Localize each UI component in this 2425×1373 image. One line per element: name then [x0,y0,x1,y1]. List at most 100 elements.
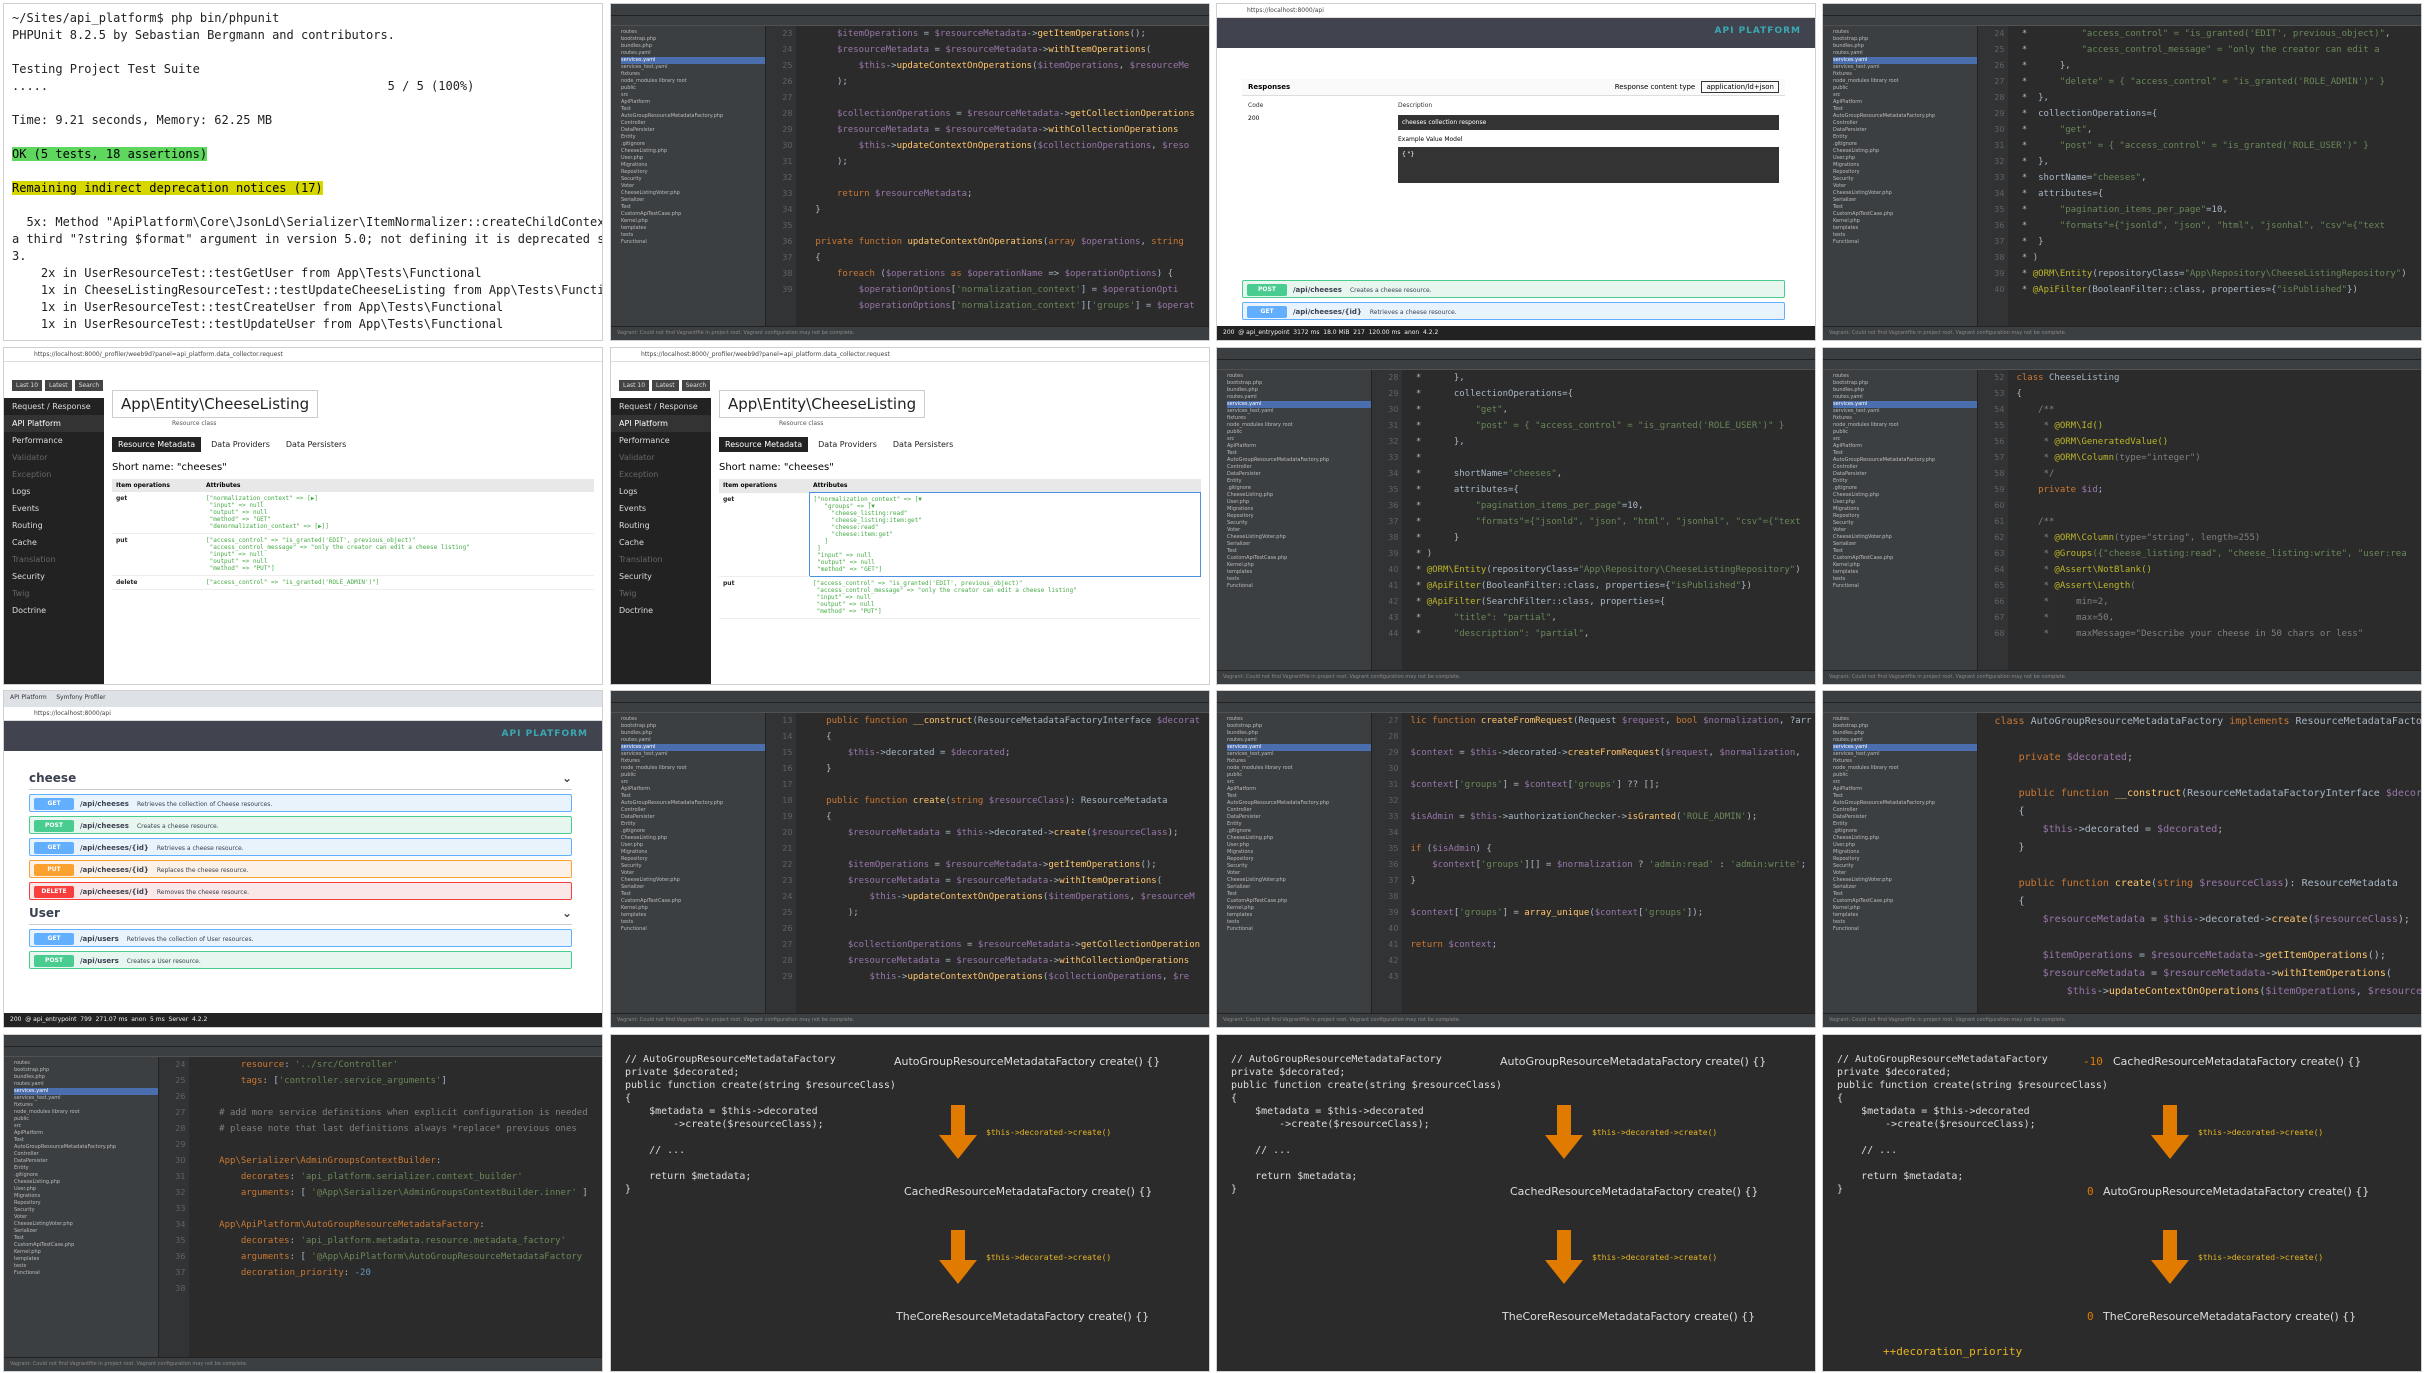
ide-window-metadata-factory-2[interactable]: routes bootstrap.php bundles.php routes.yam… [610,690,1210,1028]
tree-item[interactable]: Test [1833,548,1977,555]
tree-item[interactable]: bundles.php [1227,387,1371,394]
tree-item[interactable]: Security [621,176,765,183]
tree-item[interactable]: routes [1833,29,1977,36]
tree-item[interactable]: services_test.yaml [621,751,765,758]
tree-item[interactable]: Entity [1833,478,1977,485]
tree-item[interactable]: services.yaml [621,57,766,64]
tree-item[interactable]: CheeseListing.php [621,835,765,842]
tree-item[interactable]: Repository [1227,856,1371,863]
tree-item[interactable]: CheeseListingVoter.php [621,877,765,884]
tree-item[interactable]: Test [1833,891,1977,898]
tree-item[interactable]: fixtures [1227,415,1371,422]
tree-item[interactable]: CustomApiTestCase.php [1227,555,1371,562]
profiler-panel-link[interactable]: API Platform [4,415,104,432]
tree-item[interactable]: services_test.yaml [1833,64,1977,71]
profiler-panel-link[interactable]: Exception [611,466,711,483]
tree-item[interactable]: DataPersister [1833,127,1977,134]
tree-item[interactable]: AutoGroupResourceMetadataFactory.php [621,113,765,120]
project-tree[interactable]: routes bootstrap.php bundles.php routes.yam… [4,1057,160,1357]
profiler-nav-button[interactable]: Search [74,380,104,391]
tree-item[interactable]: Test [14,1235,158,1242]
profiler-nav-button[interactable]: Last 10 [12,380,43,391]
tree-item[interactable]: public [1833,772,1977,779]
tree-item[interactable]: bundles.php [1227,730,1371,737]
tree-item[interactable]: User.php [14,1186,158,1193]
tree-item[interactable]: Kernel.php [1833,905,1977,912]
tree-item[interactable]: bundles.php [1833,43,1977,50]
operation-row[interactable]: GET/api/cheeses/{id} Retrieves a cheese r… [1242,302,1785,320]
profiler-nav-button[interactable]: Latest [652,380,679,391]
profiler-panel-link[interactable]: Validator [611,449,711,466]
project-tree[interactable]: routes bootstrap.php bundles.php routes.yam… [611,713,767,1013]
tree-item[interactable]: src [1227,436,1371,443]
browser-tabs[interactable]: API Platform Symfony Profiler [4,691,602,707]
tree-item[interactable]: CheeseListingVoter.php [1833,534,1977,541]
tree-item[interactable]: Migrations [1833,849,1977,856]
operation-row[interactable]: POST/api/cheeses Creates a cheese resourc… [29,816,572,834]
tree-item[interactable]: services_test.yaml [14,1095,158,1102]
tree-item[interactable]: ApiPlatform [621,99,765,106]
tree-item[interactable]: public [1227,772,1371,779]
tree-item[interactable]: Controller [1833,807,1977,814]
tree-item[interactable]: CheeseListingVoter.php [1227,877,1371,884]
tree-item[interactable]: services.yaml [1833,57,1978,64]
tree-item[interactable]: services.yaml [1227,401,1372,408]
tree-item[interactable]: templates [621,912,765,919]
tree-item[interactable]: Repository [14,1200,158,1207]
tree-item[interactable]: Kernel.php [1227,562,1371,569]
operation-row[interactable]: GET/api/cheeses Retrieves the collection … [29,794,572,812]
tree-item[interactable]: routes.yaml [1833,737,1977,744]
tree-item[interactable]: Serializer [14,1228,158,1235]
tree-item[interactable]: Test [621,204,765,211]
tree-item[interactable]: src [14,1123,158,1130]
tree-item[interactable]: User.php [1833,155,1977,162]
tree-item[interactable]: User.php [1227,499,1371,506]
tree-item[interactable]: bundles.php [1833,730,1977,737]
url-bar[interactable]: https://localhost:8000/api [4,707,602,721]
tree-item[interactable]: Security [621,863,765,870]
browser-profiler-2[interactable]: https://localhost:8000/_profiler/weeb9d?… [610,347,1210,685]
tree-item[interactable]: public [621,85,765,92]
profiler-panel-link[interactable]: Twig [611,585,711,602]
code-editor[interactable]: class CheeseListing { /** * @ORM\Id() * … [2008,370,2421,670]
tree-item[interactable]: Controller [14,1151,158,1158]
profiler-nav-button[interactable]: Search [681,380,711,391]
tree-item[interactable]: Entity [1227,478,1371,485]
tree-item[interactable]: Serializer [1833,541,1977,548]
op-attributes[interactable]: ["access_control" => "is_granted('ROLE_A… [202,575,594,590]
browser-swagger-list[interactable]: API Platform Symfony Profiler https://lo… [3,690,603,1028]
tree-item[interactable]: User.php [1833,499,1977,506]
tree-item[interactable]: CustomApiTestCase.php [1833,211,1977,218]
tree-item[interactable]: routes [621,29,765,36]
ide-tabbar[interactable] [1823,16,2421,26]
tree-item[interactable]: templates [1227,912,1371,919]
tree-item[interactable]: node_modules library root [1833,78,1977,85]
tree-item[interactable]: node_modules library root [621,765,765,772]
ide-tabbar[interactable] [4,1047,602,1057]
tree-item[interactable]: Test [1227,793,1371,800]
tree-item[interactable]: routes [1227,373,1371,380]
tree-item[interactable]: .gitignore [1833,828,1977,835]
tree-item[interactable]: CustomApiTestCase.php [621,898,765,905]
profiler-panel-link[interactable]: API Platform [611,415,711,432]
tree-item[interactable]: node_modules library root [14,1109,158,1116]
tree-item[interactable]: fixtures [1833,758,1977,765]
project-tree[interactable]: routes bootstrap.php bundles.php routes.yam… [1823,370,1979,670]
chevron-down-icon[interactable]: ⌄ [562,906,572,920]
tree-item[interactable]: templates [14,1256,158,1263]
tree-item[interactable]: Repository [621,169,765,176]
tree-item[interactable]: Voter [14,1214,158,1221]
url-bar[interactable]: https://localhost:8000/_profiler/weeb9d?… [611,348,1209,362]
tree-item[interactable]: bootstrap.php [621,723,765,730]
tree-item[interactable]: routes.yaml [1227,737,1371,744]
tree-item[interactable]: Test [621,793,765,800]
op-attributes[interactable]: ["access_control" => "is_granted('EDIT',… [202,533,594,576]
tree-item[interactable]: Entity [1833,821,1977,828]
tree-item[interactable]: fixtures [1833,71,1977,78]
tree-item[interactable]: public [621,772,765,779]
tree-item[interactable]: bootstrap.php [1833,36,1977,43]
tree-item[interactable]: CustomApiTestCase.php [1227,898,1371,905]
tree-item[interactable]: DataPersister [1227,814,1371,821]
tree-item[interactable]: AutoGroupResourceMetadataFactory.php [1227,457,1371,464]
profiler-tab[interactable]: Resource Metadata [112,437,202,452]
